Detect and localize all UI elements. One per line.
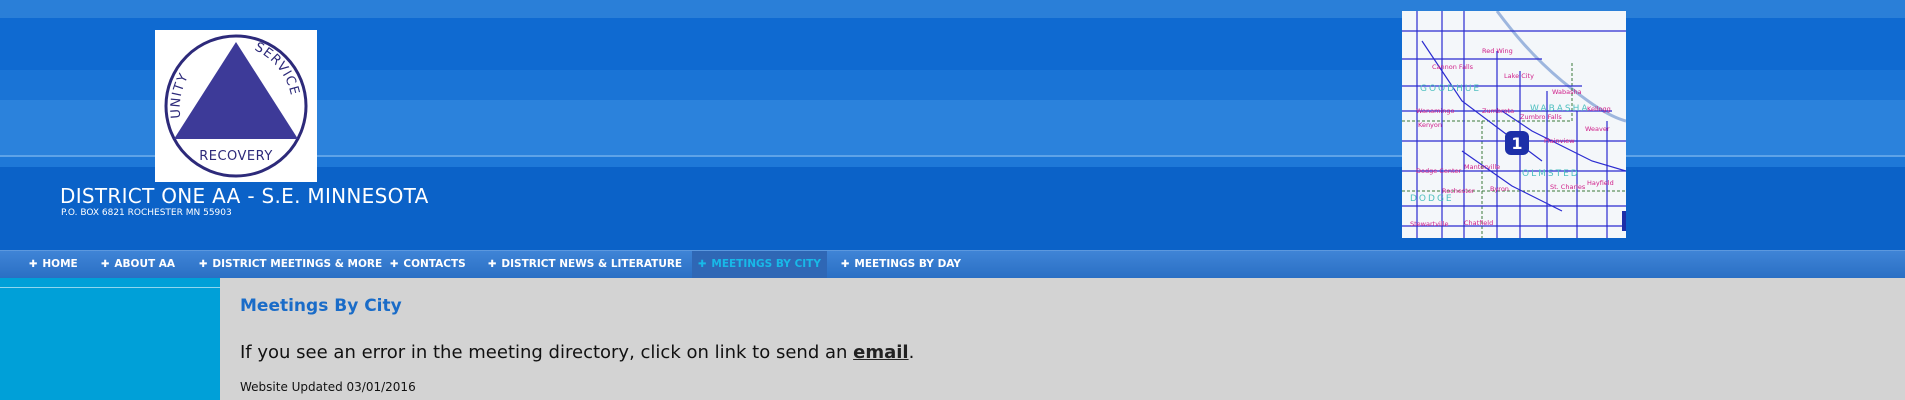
error-notice: If you see an error in the meeting direc… (240, 342, 914, 363)
map-town-label: Byron (1490, 185, 1509, 193)
map-town-label: Kenyon (1418, 121, 1442, 129)
plus-icon: ✚ (698, 259, 707, 270)
map-town-label: Zumbro Falls (1520, 113, 1562, 121)
notice-suffix: . (908, 342, 915, 363)
map-town-label: Chatfield (1464, 219, 1493, 227)
map-town-label: Rochester (1442, 187, 1475, 195)
sidebar-divider (0, 287, 220, 288)
nav-about-aa[interactable]: ✚ ABOUT AA (101, 251, 175, 278)
notice-text: If you see an error in the meeting direc… (240, 342, 854, 363)
main-nav: ✚ HOME ✚ ABOUT AA ✚ DISTRICT MEETINGS & MOR… (0, 250, 1905, 278)
map-town-label: Plainview (1544, 137, 1575, 145)
map-town-label: St. Charles (1550, 183, 1586, 191)
map-town-label: Wanamingo (1416, 107, 1454, 115)
page-title: Meetings By City (240, 296, 402, 316)
map-town-label: Wabasha (1552, 88, 1582, 96)
nav-label: ABOUT AA (114, 258, 176, 270)
plus-icon: ✚ (29, 259, 38, 270)
main-content (220, 278, 1905, 400)
site-address: P.O. BOX 6821 ROCHESTER MN 55903 (61, 208, 232, 218)
nav-contacts[interactable]: ✚ CONTACTS (390, 251, 466, 278)
nav-home[interactable]: ✚ HOME (29, 251, 78, 278)
logo-word-bottom: RECOVERY (199, 149, 273, 164)
map-town-label: Lake City (1504, 72, 1534, 80)
map-town-label: Hayfield (1587, 179, 1614, 187)
triangle-circle-logo-icon: UNITY SERVICE RECOVERY (164, 34, 308, 178)
last-updated-text: Website Updated 03/01/2016 (240, 380, 416, 394)
district-number-badge: 1 (1511, 134, 1522, 153)
map-town-label: Dodge Center (1416, 167, 1462, 175)
nav-label: DISTRICT NEWS & LITERATURE (501, 258, 683, 270)
plus-icon: ✚ (841, 259, 850, 270)
plus-icon: ✚ (199, 259, 208, 270)
nav-district-news[interactable]: ✚ DISTRICT NEWS & LITERATURE (488, 251, 682, 278)
nav-label: CONTACTS (403, 258, 466, 270)
site-header: UNITY SERVICE RECOVERY DISTRICT ONE AA -… (0, 0, 1905, 250)
map-town-label: Weaver (1585, 125, 1610, 133)
nav-label: HOME (42, 258, 78, 270)
map-town-label: Mantorville (1464, 163, 1500, 171)
nav-meetings-by-city[interactable]: ✚ MEETINGS BY CITY (692, 251, 827, 278)
map-town-label: Zumbrota (1482, 107, 1514, 115)
map-town-label: Red Wing (1482, 47, 1513, 55)
map-county-label: GOODHUE (1420, 84, 1481, 94)
nav-district-meetings[interactable]: ✚ DISTRICT MEETINGS & MORE (199, 251, 382, 278)
email-link[interactable]: email (853, 342, 908, 363)
nav-meetings-by-day[interactable]: ✚ MEETINGS BY DAY (841, 251, 961, 278)
plus-icon: ✚ (101, 259, 110, 270)
map-town-label: Kellogg (1587, 105, 1611, 113)
plus-icon: ✚ (390, 259, 399, 270)
map-county-label: DODGE (1410, 194, 1454, 204)
nav-label: DISTRICT MEETINGS & MORE (212, 258, 383, 270)
plus-icon: ✚ (488, 259, 497, 270)
district-map: GOODHUE WABASHA DODGE OLMSTED Cannon Fal… (1402, 11, 1626, 238)
site-title: DISTRICT ONE AA - S.E. MINNESOTA (60, 184, 429, 208)
map-town-label: Stewartville (1410, 220, 1448, 228)
district-map-image: GOODHUE WABASHA DODGE OLMSTED Cannon Fal… (1402, 11, 1626, 238)
aa-logo[interactable]: UNITY SERVICE RECOVERY (155, 30, 317, 182)
map-town-label: Cannon Falls (1432, 63, 1474, 71)
map-county-label: OLMSTED (1522, 169, 1580, 179)
nav-label: MEETINGS BY CITY (711, 258, 821, 270)
left-sidebar (0, 278, 220, 400)
nav-label: MEETINGS BY DAY (854, 258, 962, 270)
